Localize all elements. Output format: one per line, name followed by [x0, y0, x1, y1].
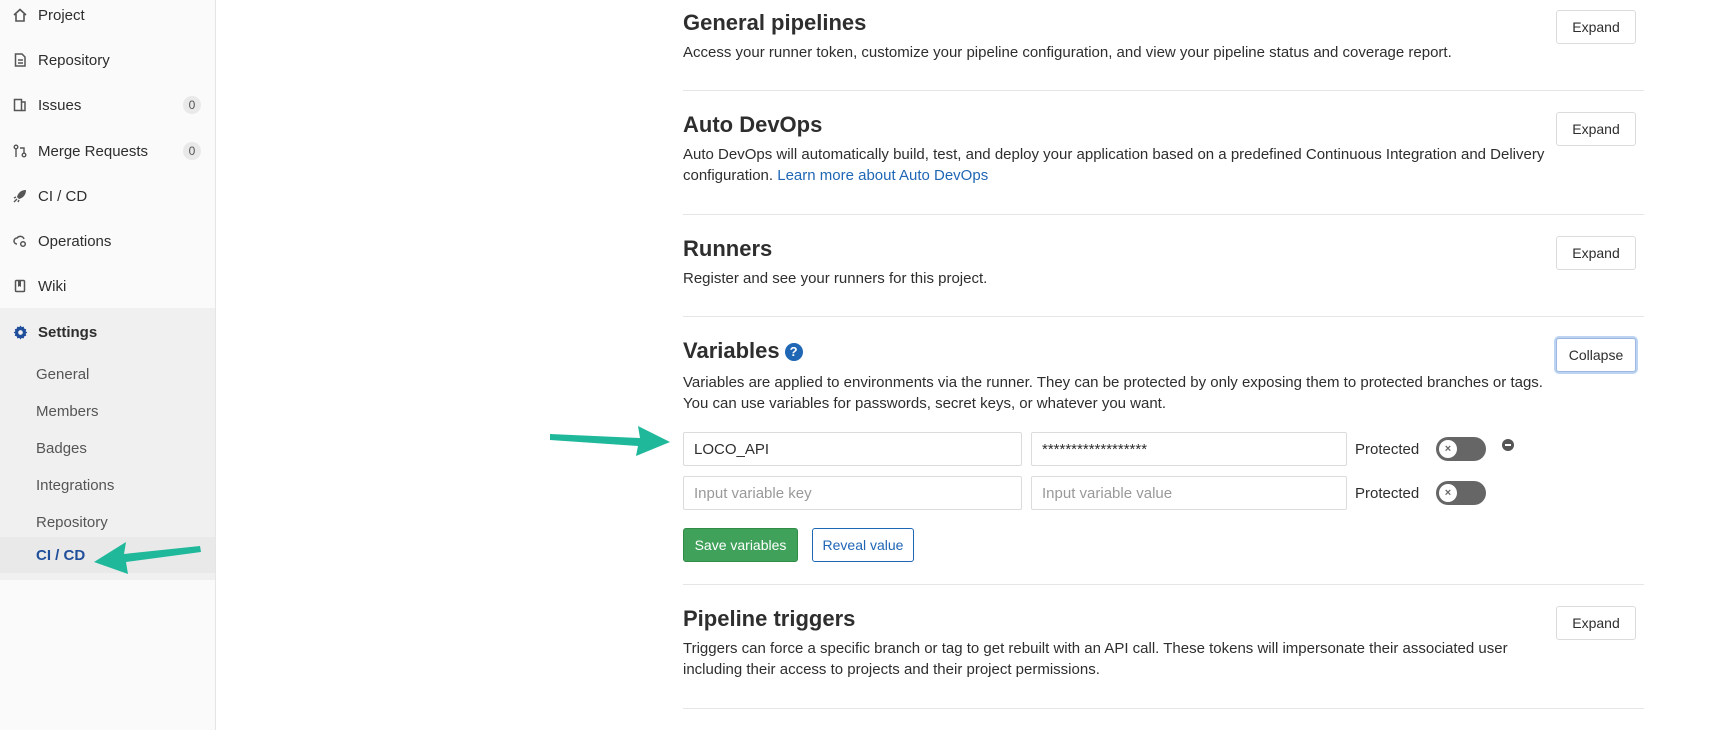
variable-key-input[interactable] [683, 432, 1022, 466]
divider [683, 316, 1644, 317]
section-title: Auto DevOps [683, 112, 823, 137]
sidebar-item-wiki[interactable]: Wiki [0, 264, 215, 308]
section-description: Register and see your runners for this p… [683, 270, 988, 287]
remove-variable-icon[interactable] [1502, 439, 1514, 451]
section-description: Triggers can force a specific branch or … [683, 640, 1508, 678]
protected-toggle[interactable]: × [1436, 481, 1486, 505]
sidebar-item-merge-requests[interactable]: Merge Requests 0 [0, 129, 215, 173]
section-auto-devops: Auto DevOps Auto DevOps will automatical… [683, 112, 1644, 186]
sidebar-item-label: Wiki [38, 277, 67, 295]
divider [683, 584, 1644, 585]
settings-sub-integrations[interactable]: Integrations [0, 467, 215, 503]
divider [683, 90, 1644, 91]
expand-button[interactable]: Expand [1556, 112, 1636, 146]
save-variables-button[interactable]: Save variables [683, 528, 798, 562]
sidebar-item-repository[interactable]: Repository [0, 38, 215, 82]
issues-icon [12, 97, 28, 113]
section-description: Auto DevOps will automatically build, te… [683, 144, 1563, 186]
sidebar-item-label: Project [38, 6, 85, 24]
home-icon [12, 7, 28, 23]
variables-desc-line1: Variables are applied to environments vi… [683, 374, 1543, 391]
file-icon [12, 52, 28, 68]
collapse-button[interactable]: Collapse [1556, 338, 1636, 372]
sidebar-item-label: Repository [38, 51, 110, 69]
variables-desc-line2: You can use variables for passwords, sec… [683, 395, 1167, 412]
section-title: Variables? [683, 338, 1644, 364]
sidebar-item-ci-cd[interactable]: CI / CD [0, 174, 215, 218]
issues-count-badge: 0 [183, 96, 201, 114]
close-icon: × [1439, 484, 1457, 502]
sidebar-item-settings[interactable]: Settings [0, 310, 215, 354]
section-description: Variables are applied to environments vi… [683, 372, 1644, 414]
merge-requests-count-badge: 0 [183, 142, 201, 160]
expand-button[interactable]: Expand [1556, 10, 1636, 44]
variable-value-input-new[interactable] [1031, 476, 1347, 510]
section-variables: Variables? Variables are applied to envi… [683, 338, 1644, 414]
help-icon[interactable]: ? [784, 343, 803, 361]
variables-title: Variables [683, 338, 780, 363]
sidebar-item-label: Settings [38, 323, 98, 341]
section-general-pipelines: General pipelines Access your runner tok… [683, 10, 1644, 63]
sidebar: Project Repository Issues 0 Merge Reques… [0, 0, 216, 730]
annotation-arrow-icon [550, 426, 670, 456]
sidebar-item-label: Operations [38, 232, 112, 250]
sidebar-item-operations[interactable]: Operations [0, 219, 215, 263]
settings-sub-members[interactable]: Members [0, 393, 215, 429]
sidebar-item-label: Issues [38, 96, 82, 114]
protected-label: Protected [1355, 441, 1420, 458]
section-title: Runners [683, 236, 773, 261]
expand-button[interactable]: Expand [1556, 236, 1636, 270]
close-icon: × [1439, 440, 1457, 458]
reveal-value-button[interactable]: Reveal value [812, 528, 914, 562]
divider [683, 214, 1644, 215]
protected-toggle[interactable]: × [1436, 437, 1486, 461]
sidebar-item-label: Merge Requests [38, 142, 149, 160]
sidebar-item-issues[interactable]: Issues 0 [0, 83, 215, 127]
section-description: Access your runner token, customize your… [683, 44, 1452, 61]
section-title: Pipeline triggers [683, 606, 856, 631]
merge-request-icon [12, 143, 28, 159]
expand-button[interactable]: Expand [1556, 606, 1636, 640]
divider [683, 708, 1644, 709]
cloud-gear-icon [12, 233, 28, 249]
settings-sub-general[interactable]: General [0, 356, 215, 392]
gear-icon [12, 324, 28, 340]
book-icon [12, 278, 28, 294]
settings-sub-badges[interactable]: Badges [0, 430, 215, 466]
sidebar-item-project[interactable]: Project [0, 0, 215, 37]
section-pipeline-triggers: Pipeline triggers Triggers can force a s… [683, 606, 1644, 680]
variable-value-input[interactable] [1031, 432, 1347, 466]
variable-key-input-new[interactable] [683, 476, 1022, 510]
section-runners: Runners Register and see your runners fo… [683, 236, 1644, 289]
section-title: General pipelines [683, 10, 867, 35]
sidebar-item-label: CI / CD [38, 187, 88, 205]
rocket-icon [12, 188, 28, 204]
learn-more-link[interactable]: Learn more about Auto DevOps [777, 167, 988, 184]
annotation-arrow-icon [94, 542, 201, 574]
protected-label: Protected [1355, 485, 1420, 502]
